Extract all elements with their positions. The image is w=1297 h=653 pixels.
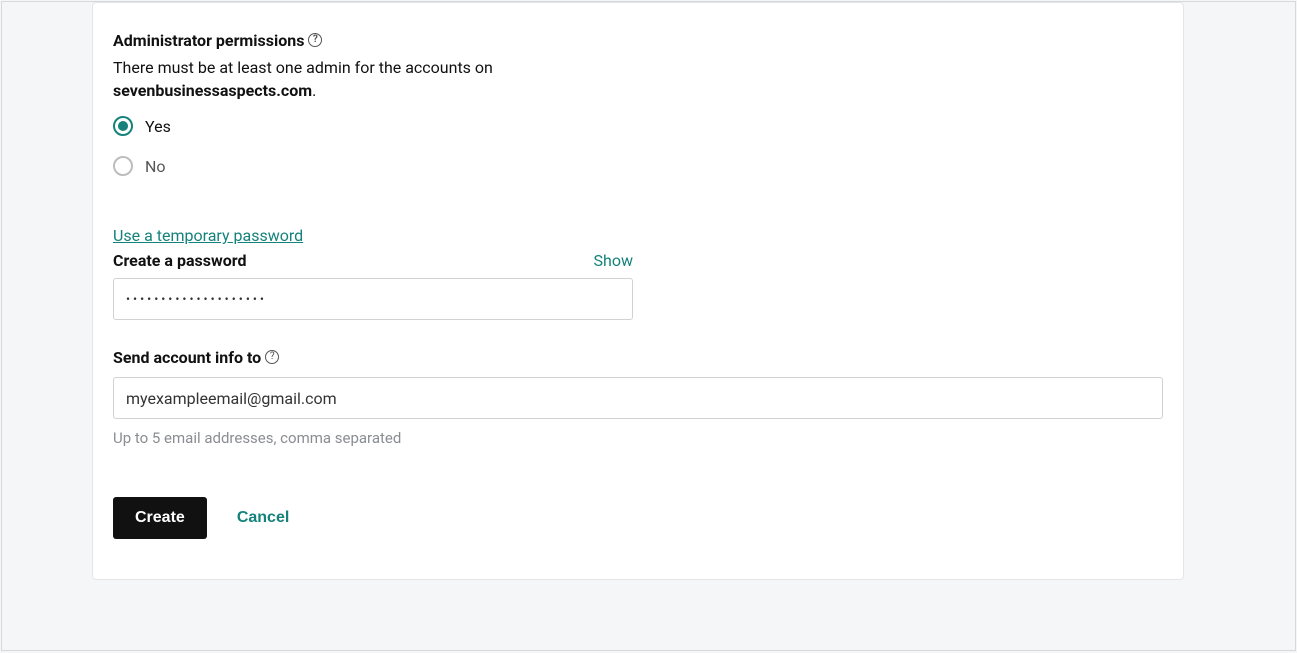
- cancel-button[interactable]: Cancel: [237, 509, 289, 527]
- password-label: Create a password: [113, 251, 584, 270]
- radio-no-label: No: [145, 157, 166, 176]
- radio-no-control: [113, 156, 133, 176]
- send-info-section: Send account info to ? Up to 5 email add…: [113, 348, 1163, 447]
- create-button[interactable]: Create: [113, 497, 207, 539]
- admin-permissions-section: Administrator permissions ? There must b…: [113, 31, 1163, 176]
- password-section: Create a password Show: [113, 251, 1163, 320]
- admin-permissions-description: There must be at least one admin for the…: [113, 56, 1163, 102]
- radio-yes-control: [113, 116, 133, 136]
- password-label-row: Create a password Show: [113, 251, 633, 270]
- admin-radio-group: Yes No: [113, 116, 1163, 176]
- admin-permissions-title: Administrator permissions ?: [113, 31, 322, 50]
- admin-desc-suffix: .: [312, 81, 316, 100]
- admin-desc-domain: sevenbusinessaspects.com: [113, 81, 312, 100]
- form-card: Administrator permissions ? There must b…: [92, 2, 1184, 580]
- password-label-wrap: Create a password: [113, 251, 584, 270]
- use-temporary-password-link[interactable]: Use a temporary password: [113, 226, 303, 245]
- radio-no-dot: [118, 161, 128, 171]
- send-info-label: Send account info to: [113, 348, 261, 367]
- admin-desc-prefix: There must be at least one admin for the…: [113, 58, 493, 77]
- admin-permissions-title-text: Administrator permissions: [113, 31, 304, 50]
- send-info-input[interactable]: [113, 377, 1163, 419]
- password-input[interactable]: [113, 278, 633, 320]
- button-row: Create Cancel: [113, 497, 1163, 539]
- help-icon[interactable]: ?: [265, 350, 279, 364]
- radio-yes-label: Yes: [145, 117, 171, 136]
- page-background: Administrator permissions ? There must b…: [1, 1, 1296, 651]
- help-icon[interactable]: ?: [308, 33, 322, 47]
- radio-no[interactable]: No: [113, 156, 1163, 176]
- radio-yes[interactable]: Yes: [113, 116, 1163, 136]
- send-info-helper: Up to 5 email addresses, comma separated: [113, 429, 1163, 447]
- show-password-link[interactable]: Show: [594, 251, 633, 270]
- radio-yes-dot: [118, 121, 128, 131]
- send-info-label-row: Send account info to ?: [113, 348, 279, 367]
